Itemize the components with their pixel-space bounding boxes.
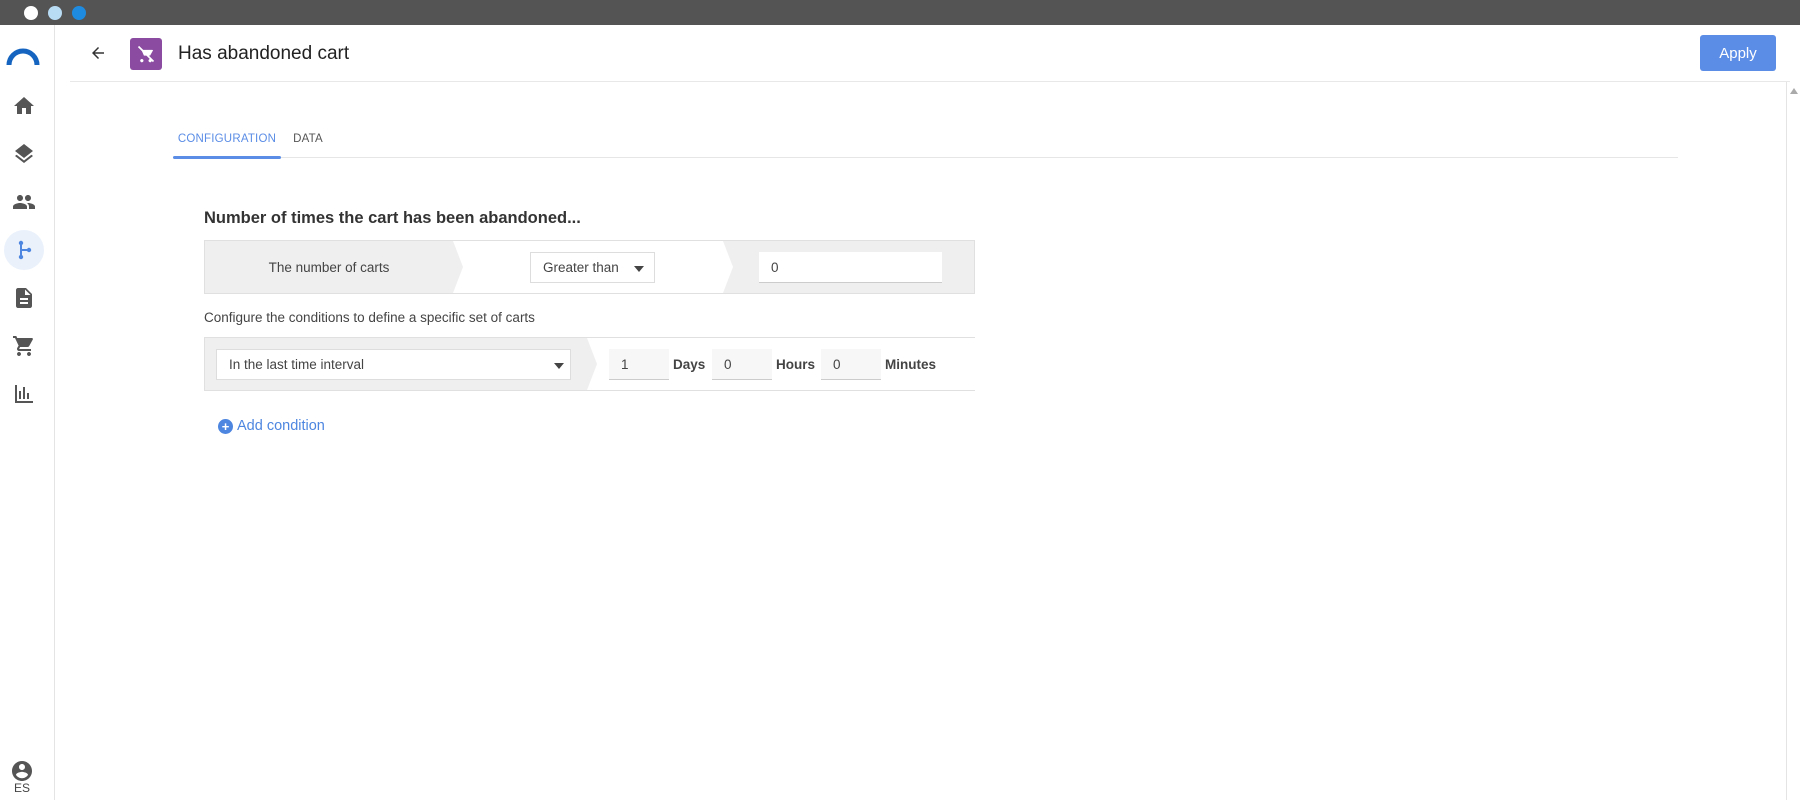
flow-branch-icon <box>18 240 32 260</box>
left-sidebar: ES <box>0 25 55 800</box>
abandoned-cart-badge <box>130 38 162 70</box>
days-label: Days <box>673 357 706 372</box>
app-logo-icon[interactable] <box>6 45 40 67</box>
page-header: Has abandoned cart Apply <box>70 25 1790 82</box>
window-title-bar <box>0 0 1800 25</box>
back-button[interactable] <box>85 41 111 65</box>
account-icon <box>12 761 32 781</box>
home-icon <box>14 97 34 114</box>
tab-configuration[interactable]: CONFIGURATION <box>173 120 281 159</box>
cart-count-condition-row: The number of carts Greater than <box>204 240 975 294</box>
bar-chart-icon <box>15 385 33 403</box>
sidebar-item-cart[interactable] <box>4 326 44 366</box>
window-minimize-dot[interactable] <box>48 6 62 20</box>
days-input[interactable] <box>609 349 669 380</box>
hours-label: Hours <box>776 357 816 372</box>
tab-data[interactable]: DATA <box>285 120 331 158</box>
apply-button[interactable]: Apply <box>1700 35 1776 71</box>
segment-chevron <box>453 241 463 293</box>
arrow-left-icon <box>92 47 104 59</box>
minutes-input[interactable] <box>821 349 881 380</box>
hours-input[interactable] <box>712 349 772 380</box>
count-label: The number of carts <box>268 259 390 275</box>
segment-chevron <box>723 241 733 293</box>
sidebar-item-layers[interactable] <box>4 134 44 174</box>
operator-select[interactable]: Greater than <box>530 252 655 283</box>
cart-count-input[interactable] <box>759 252 942 283</box>
interval-select[interactable]: In the last time interval <box>216 349 571 380</box>
vertical-scrollbar[interactable] <box>1786 82 1800 800</box>
document-icon <box>16 288 32 308</box>
sidebar-item-analytics[interactable] <box>4 374 44 414</box>
interval-select-value: In the last time interval <box>229 357 365 372</box>
section-title: Number of times the cart has been abando… <box>204 209 581 227</box>
scroll-up-arrow-icon[interactable] <box>1790 88 1798 94</box>
cart-icon <box>13 336 33 356</box>
window-close-dot[interactable] <box>24 6 38 20</box>
sidebar-item-home[interactable] <box>4 86 44 126</box>
segment-chevron <box>587 338 597 390</box>
sidebar-item-people[interactable] <box>4 182 44 222</box>
cart-off-icon <box>137 45 155 63</box>
minutes-label: Minutes <box>885 357 937 372</box>
conditions-hint: Configure the conditions to define a spe… <box>204 310 535 325</box>
layers-icon <box>15 144 33 163</box>
tab-bar: CONFIGURATION DATA <box>173 120 1678 159</box>
language-label[interactable]: ES <box>0 781 44 795</box>
plus-circle-icon: + <box>218 418 233 434</box>
add-condition-label: Add condition <box>237 418 325 434</box>
sidebar-item-documents[interactable] <box>4 278 44 318</box>
people-icon <box>13 195 35 209</box>
sidebar-item-flows[interactable] <box>4 230 44 270</box>
chevron-down-icon <box>634 266 644 272</box>
add-condition-button[interactable]: + Add condition <box>218 418 325 434</box>
page-title: Has abandoned cart <box>178 43 350 64</box>
operator-select-value: Greater than <box>543 260 619 275</box>
window-maximize-dot[interactable] <box>72 6 86 20</box>
time-interval-condition-row: In the last time interval Days Hours Min… <box>204 337 975 391</box>
chevron-down-icon <box>554 363 564 369</box>
